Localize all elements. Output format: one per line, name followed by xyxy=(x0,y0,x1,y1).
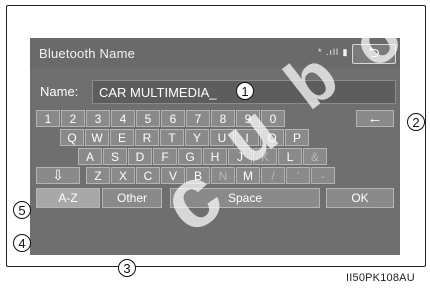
key-f[interactable]: F xyxy=(153,148,177,165)
key-m[interactable]: M xyxy=(236,167,260,184)
backspace-key[interactable]: ← xyxy=(356,110,394,127)
key-z[interactable]: Z xyxy=(86,167,110,184)
key-0[interactable]: 0 xyxy=(261,110,285,127)
callout-3: 3 xyxy=(118,259,136,277)
key-6[interactable]: 6 xyxy=(161,110,185,127)
key-b[interactable]: B xyxy=(186,167,210,184)
key-t[interactable]: T xyxy=(160,129,184,146)
key-n[interactable]: N xyxy=(211,167,235,184)
key-p[interactable]: P xyxy=(285,129,309,146)
key-u[interactable]: U xyxy=(210,129,234,146)
key-5[interactable]: 5 xyxy=(136,110,160,127)
back-button[interactable]: ⮌ xyxy=(352,44,396,64)
key-r[interactable]: R xyxy=(135,129,159,146)
key-w[interactable]: W xyxy=(85,129,109,146)
key-x[interactable]: X xyxy=(111,167,135,184)
name-row: Name: CAR MULTIMEDIA_ xyxy=(30,80,400,104)
key-h[interactable]: H xyxy=(203,148,227,165)
key-q[interactable]: Q xyxy=(60,129,84,146)
status-indicators: * .ıll ▮ xyxy=(318,47,349,57)
figure-code: II50PK108AU xyxy=(346,272,415,284)
key-9[interactable]: 9 xyxy=(236,110,260,127)
key-o[interactable]: O xyxy=(260,129,284,146)
callout-1: 1 xyxy=(236,82,254,100)
key-a[interactable]: A xyxy=(78,148,102,165)
key-3[interactable]: 3 xyxy=(86,110,110,127)
other-key[interactable]: Other xyxy=(102,188,162,208)
key-1[interactable]: 1 xyxy=(36,110,60,127)
ok-key[interactable]: OK xyxy=(326,188,394,208)
name-input-value: CAR MULTIMEDIA_ xyxy=(99,85,217,100)
key-4[interactable]: 4 xyxy=(111,110,135,127)
screen-title: Bluetooth Name xyxy=(39,46,136,61)
key-hyphen[interactable]: - xyxy=(311,167,335,184)
key-v[interactable]: V xyxy=(161,167,185,184)
key-ampersand[interactable]: & xyxy=(303,148,327,165)
az-key[interactable]: A-Z xyxy=(36,188,100,208)
key-k[interactable]: K xyxy=(253,148,277,165)
callout-4: 4 xyxy=(13,234,31,252)
key-2[interactable]: 2 xyxy=(61,110,85,127)
key-c[interactable]: C xyxy=(136,167,160,184)
key-y[interactable]: Y xyxy=(185,129,209,146)
shift-key[interactable]: ⇩ xyxy=(36,167,80,184)
key-e[interactable]: E xyxy=(110,129,134,146)
name-label: Name: xyxy=(40,84,79,99)
key-d[interactable]: D xyxy=(128,148,152,165)
key-l[interactable]: L xyxy=(278,148,302,165)
key-8[interactable]: 8 xyxy=(211,110,235,127)
space-key[interactable]: Space xyxy=(170,188,320,208)
key-g[interactable]: G xyxy=(178,148,202,165)
key-s[interactable]: S xyxy=(103,148,127,165)
key-i[interactable]: I xyxy=(235,129,259,146)
key-apostrophe[interactable]: ' xyxy=(286,167,310,184)
header-bar: Bluetooth Name * .ıll ▮ ⮌ xyxy=(30,38,400,68)
key-7[interactable]: 7 xyxy=(186,110,210,127)
callout-2: 2 xyxy=(407,113,425,131)
bluetooth-name-screen: Bluetooth Name * .ıll ▮ ⮌ Name: CAR MULT… xyxy=(30,38,400,255)
return-arrow-icon: ⮌ xyxy=(368,44,380,60)
callout-5: 5 xyxy=(13,201,31,219)
key-j[interactable]: J xyxy=(228,148,252,165)
key-slash[interactable]: / xyxy=(261,167,285,184)
